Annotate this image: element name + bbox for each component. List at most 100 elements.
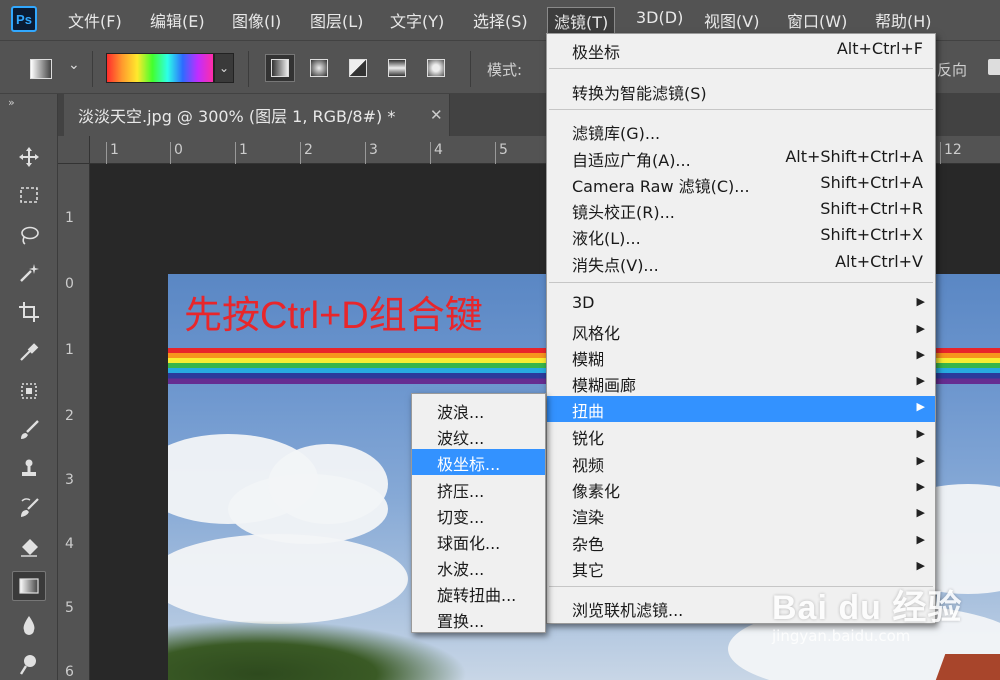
menu-item-blur-gallery[interactable]: 模糊画廊 ▶ xyxy=(547,370,935,396)
chevron-down-icon[interactable]: ⌄ xyxy=(68,57,80,73)
menu-item-liquify[interactable]: 液化(L)... Shift+Ctrl+X xyxy=(547,223,935,249)
submenu-item-displace[interactable]: 置换... xyxy=(412,606,545,632)
menu-item-label: 模糊 xyxy=(572,350,605,369)
ruler-tick: 12 xyxy=(940,142,962,164)
menu-item-label: 镜头校正(R)... xyxy=(572,203,675,222)
document-tab[interactable]: 淡淡天空.jpg @ 300% (图层 1, RGB/8#) * ✕ xyxy=(64,94,450,136)
menu-edit[interactable]: 编辑(E) xyxy=(150,8,205,32)
clone-stamp-tool-icon[interactable] xyxy=(12,454,46,484)
menu-item-3d[interactable]: 3D ▶ xyxy=(547,291,935,317)
gradient-dropdown-icon[interactable]: ⌄ xyxy=(214,53,234,83)
menu-item-shortcut: Alt+Ctrl+F xyxy=(836,39,923,58)
ruler-tick: 6 xyxy=(65,664,74,680)
mode-label: 模式: xyxy=(487,61,523,79)
menu-item-vanishing-point[interactable]: 消失点(V)... Alt+Ctrl+V xyxy=(547,250,935,276)
menu-item-label: 其它 xyxy=(572,561,605,580)
menu-item-noise[interactable]: 杂色 ▶ xyxy=(547,529,935,555)
magic-wand-tool-icon[interactable] xyxy=(12,258,46,288)
menu-item-sharpen[interactable]: 锐化 ▶ xyxy=(547,423,935,449)
menu-item-shortcut: Shift+Ctrl+X xyxy=(820,225,923,244)
menu-image[interactable]: 图像(I) xyxy=(232,8,281,32)
submenu-item-ripple[interactable]: 波纹... xyxy=(412,423,545,449)
menu-item-filter-gallery[interactable]: 滤镜库(G)... xyxy=(547,118,935,144)
submenu-arrow-icon: ▶ xyxy=(916,480,925,493)
menu-item-video[interactable]: 视频 ▶ xyxy=(547,450,935,476)
submenu-item-polar-coordinates[interactable]: 极坐标... xyxy=(412,449,545,475)
menu-item-label: 锐化 xyxy=(572,429,605,448)
close-tab-icon[interactable]: ✕ xyxy=(430,106,443,124)
submenu-arrow-icon: ▶ xyxy=(916,533,925,546)
menu-item-pixelate[interactable]: 像素化 ▶ xyxy=(547,476,935,502)
menu-item-label: 转换为智能滤镜(S) xyxy=(572,84,707,103)
ruler-tick: 5 xyxy=(495,142,508,164)
menu-item-other[interactable]: 其它 ▶ xyxy=(547,555,935,581)
menu-item-label: 模糊画廊 xyxy=(572,376,637,395)
submenu-item-twirl[interactable]: 旋转扭曲... xyxy=(412,580,545,606)
submenu-item-wave[interactable]: 波浪... xyxy=(412,397,545,423)
menu-item-blur[interactable]: 模糊 ▶ xyxy=(547,344,935,370)
vertical-ruler[interactable]: 1 0 1 2 3 4 5 6 xyxy=(58,164,90,680)
ruler-tick: 1 xyxy=(235,142,248,164)
lasso-tool-icon[interactable] xyxy=(12,220,46,250)
submenu-arrow-icon: ▶ xyxy=(916,322,925,335)
menu-item-last-filter[interactable]: 极坐标 Alt+Ctrl+F xyxy=(547,37,935,63)
submenu-item-pinch[interactable]: 挤压... xyxy=(412,476,545,502)
menu-select[interactable]: 选择(S) xyxy=(473,8,528,32)
menu-item-stylize[interactable]: 风格化 ▶ xyxy=(547,318,935,344)
tool-preset-picker[interactable] xyxy=(30,59,52,79)
menu-separator xyxy=(549,282,933,283)
ruler-tick: 1 xyxy=(65,342,74,358)
diamond-gradient-button[interactable] xyxy=(421,54,451,82)
dodge-tool-icon[interactable] xyxy=(12,649,46,679)
angle-gradient-button[interactable] xyxy=(343,54,373,82)
menu-help[interactable]: 帮助(H) xyxy=(875,8,932,32)
submenu-item-spherize[interactable]: 球面化... xyxy=(412,528,545,554)
collapse-icon[interactable]: » xyxy=(8,96,15,109)
linear-gradient-button[interactable] xyxy=(265,54,295,82)
menu-item-label: 液化(L)... xyxy=(572,229,641,248)
eraser-tool-icon[interactable] xyxy=(12,532,46,562)
submenu-item-shear[interactable]: 切变... xyxy=(412,502,545,528)
brush-tool-icon[interactable] xyxy=(12,415,46,445)
eyedropper-tool-icon[interactable] xyxy=(12,337,46,367)
gradient-tool-icon[interactable] xyxy=(12,571,46,601)
menu-file[interactable]: 文件(F) xyxy=(68,8,122,32)
photoshop-logo: Ps xyxy=(11,6,37,32)
ruler-tick: 1 xyxy=(106,142,119,164)
history-brush-tool-icon[interactable] xyxy=(12,493,46,523)
menu-item-label: 极坐标 xyxy=(572,43,621,62)
cloud xyxy=(168,534,408,624)
ruler-tick: 0 xyxy=(170,142,183,164)
blur-tool-icon[interactable] xyxy=(12,610,46,640)
menu-separator xyxy=(549,68,933,69)
ruler-origin[interactable] xyxy=(58,136,90,164)
submenu-arrow-icon: ▶ xyxy=(916,374,925,387)
crop-tool-icon[interactable] xyxy=(12,297,46,327)
menu-item-render[interactable]: 渲染 ▶ xyxy=(547,502,935,528)
menu-item-lens-correction[interactable]: 镜头校正(R)... Shift+Ctrl+R xyxy=(547,197,935,223)
menu-type[interactable]: 文字(Y) xyxy=(390,8,444,32)
submenu-item-zigzag[interactable]: 水波... xyxy=(412,554,545,580)
menu-item-label: 渲染 xyxy=(572,508,605,527)
menu-item-adaptive-wide-angle[interactable]: 自适应广角(A)... Alt+Shift+Ctrl+A xyxy=(547,145,935,171)
radial-gradient-button[interactable] xyxy=(304,54,334,82)
menu-filter[interactable]: 滤镜(T) xyxy=(547,7,616,35)
reverse-checkbox[interactable] xyxy=(988,59,1000,75)
menu-item-convert-smart-filter[interactable]: 转换为智能滤镜(S) xyxy=(547,78,935,104)
reflected-gradient-button[interactable] xyxy=(382,54,412,82)
menu-item-label: Camera Raw 滤镜(C)... xyxy=(572,177,750,196)
menu-view[interactable]: 视图(V) xyxy=(704,8,759,32)
marquee-tool-icon[interactable] xyxy=(12,180,46,210)
healing-brush-tool-icon[interactable] xyxy=(12,376,46,406)
menu-window[interactable]: 窗口(W) xyxy=(787,8,847,32)
menu-item-distort[interactable]: 扭曲 ▶ xyxy=(547,396,935,422)
document-tab-title: 淡淡天空.jpg @ 300% (图层 1, RGB/8#) * xyxy=(78,107,396,126)
gradient-swatch[interactable] xyxy=(106,53,214,83)
move-tool-icon[interactable] xyxy=(12,142,46,172)
menu-layer[interactable]: 图层(L) xyxy=(310,8,363,32)
menu-item-label: 水波... xyxy=(437,560,485,579)
menu-3d[interactable]: 3D(D) xyxy=(636,8,683,27)
watermark: Bai du 经验 jingyan.baidu.com xyxy=(772,580,962,645)
menu-item-camera-raw[interactable]: Camera Raw 滤镜(C)... Shift+Ctrl+A xyxy=(547,171,935,197)
ruler-tick: 2 xyxy=(300,142,313,164)
